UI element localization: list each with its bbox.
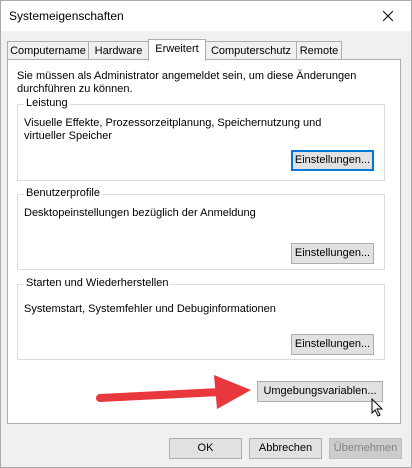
mouse-cursor-icon bbox=[371, 398, 384, 417]
tab-erweitert[interactable]: Erweitert bbox=[148, 39, 206, 61]
cancel-button[interactable]: Abbrechen bbox=[249, 438, 322, 459]
apply-button: Übernehmen bbox=[329, 438, 402, 459]
red-arrow-icon bbox=[96, 375, 251, 409]
ok-button[interactable]: OK bbox=[169, 438, 242, 459]
